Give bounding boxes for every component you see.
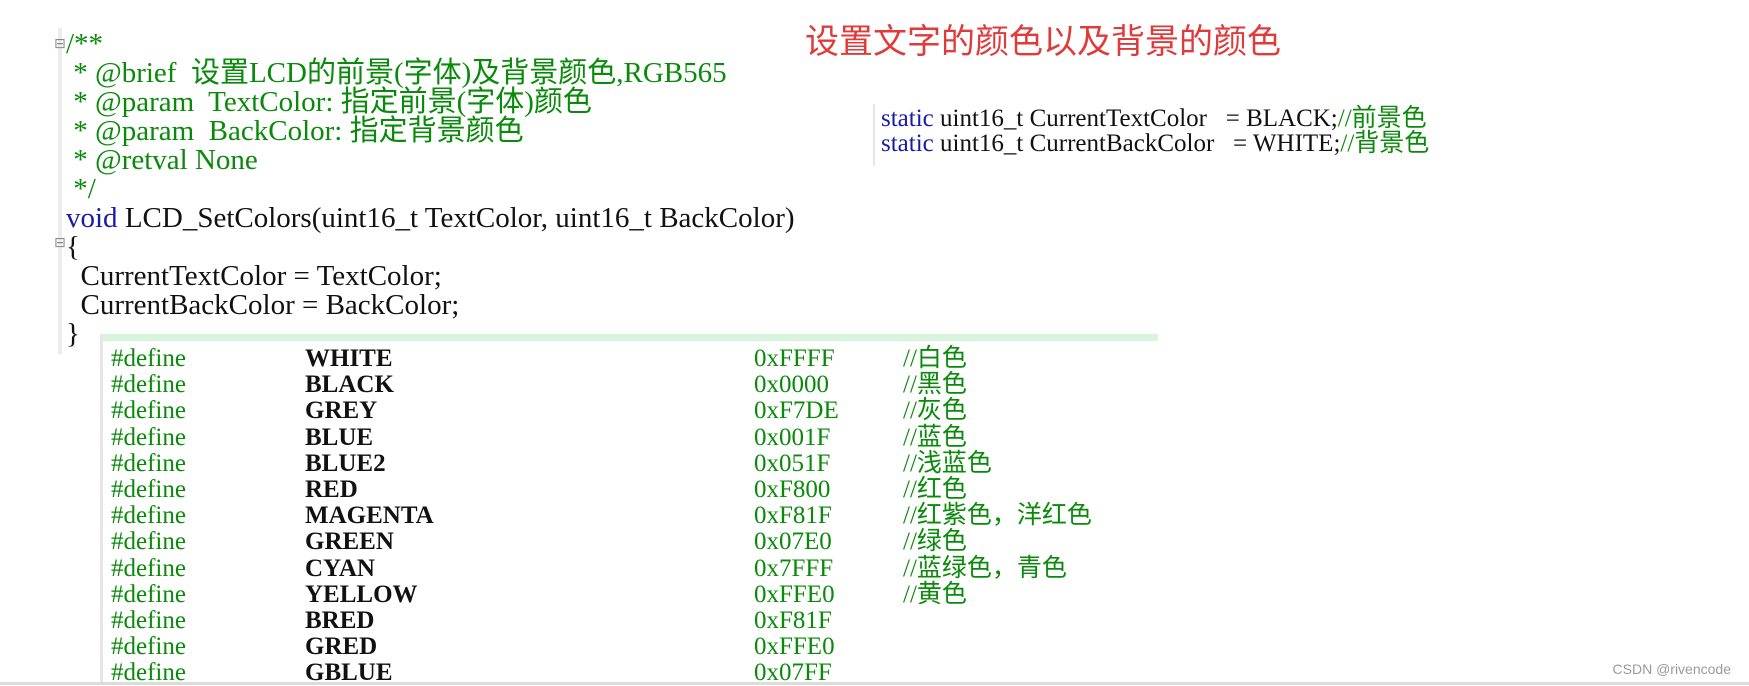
current-line-highlight <box>103 334 1158 341</box>
define-row: #define BLUE 0x001F //蓝色 <box>103 423 1158 451</box>
doc-comment-brief: * @brief 设置LCD的前景(字体)及背景颜色,RGB565 <box>66 57 727 89</box>
function-body-line-1: CurrentTextColor = TextColor; <box>66 260 442 292</box>
define-row: #define BLACK 0x0000 //黑色 <box>103 372 1158 398</box>
define-keyword: #define <box>111 554 186 582</box>
define-keyword: #define <box>111 397 186 425</box>
define-row: #define MAGENTA 0xF81F //红紫色，洋红色 <box>103 503 1158 529</box>
define-name: BLUE <box>305 423 374 451</box>
define-comment: //红紫色，洋红色 <box>903 502 1092 530</box>
define-row: #define RED 0xF800 //红色 <box>103 477 1158 503</box>
define-name: BLUE2 <box>305 449 386 477</box>
fold-marker-comment[interactable]: ⊟ <box>54 36 66 52</box>
doc-comment-close: */ <box>66 173 96 205</box>
define-keyword: #define <box>111 633 186 661</box>
define-keyword: #define <box>111 449 186 477</box>
define-comment: //黄色 <box>903 580 967 608</box>
static-decl-body: uint16_t CurrentBackColor = WHITE; <box>933 130 1341 157</box>
annotation-title: 设置文字的颜色以及背景的颜色 <box>805 22 1281 62</box>
define-row: #define YELLOW 0xFFE0 //黄色 <box>103 580 1158 608</box>
define-value: 0x051F <box>754 449 831 477</box>
define-row: #define WHITE 0xFFFF //白色 <box>103 346 1158 372</box>
define-keyword: #define <box>111 528 186 556</box>
static-decl-back-color: static uint16_t CurrentBackColor = WHITE… <box>881 131 1429 156</box>
define-name: RED <box>305 476 358 503</box>
define-name: GRED <box>305 633 378 661</box>
define-name: BRED <box>305 607 375 634</box>
function-body-line-2: CurrentBackColor = BackColor; <box>66 289 460 321</box>
static-decl-comment: //前景色 <box>1337 105 1427 132</box>
define-keyword: #define <box>111 345 186 372</box>
editor-gutter <box>58 28 62 354</box>
define-comment: //红色 <box>903 476 967 503</box>
watermark: CSDN @rivencode <box>1612 661 1731 677</box>
define-value: 0xFFFF <box>754 345 835 372</box>
function-signature: void LCD_SetColors(uint16_t TextColor, u… <box>66 204 795 233</box>
function-signature-rest: LCD_SetColors(uint16_t TextColor, uint16… <box>117 202 795 234</box>
function-brace-open: { <box>66 231 80 263</box>
define-value: 0x7FFF <box>754 554 834 582</box>
define-comment: //绿色 <box>903 528 967 556</box>
define-row: #define CYAN 0x7FFF //蓝绿色，青色 <box>103 554 1158 582</box>
define-name: GREEN <box>305 528 394 556</box>
define-value: 0xF81F <box>754 502 832 530</box>
define-value: 0x0000 <box>754 371 829 399</box>
define-value: 0xF800 <box>754 476 831 503</box>
static-decl-text-color: static uint16_t CurrentTextColor = BLACK… <box>881 106 1427 131</box>
define-name: WHITE <box>305 345 393 372</box>
static-declarations-panel: static uint16_t CurrentTextColor = BLACK… <box>873 104 1575 166</box>
static-decl-body: uint16_t CurrentTextColor = BLACK; <box>933 105 1338 132</box>
define-value: 0xF7DE <box>754 397 839 425</box>
define-name: CYAN <box>305 554 375 582</box>
color-defines-panel: #define WHITE 0xFFFF //白色 #define BLACK 0x0000… <box>100 334 1158 686</box>
define-name: MAGENTA <box>305 502 434 530</box>
doc-comment-param-backcolor: * @param BackColor: 指定背景颜色 <box>66 115 524 147</box>
define-row: #define GREY 0xF7DE //灰色 <box>103 398 1158 424</box>
define-value: 0xF81F <box>754 607 832 634</box>
define-name: GREY <box>305 397 378 425</box>
define-comment: //蓝绿色，青色 <box>903 554 1067 582</box>
define-keyword: #define <box>111 502 186 530</box>
define-keyword: #define <box>111 423 186 451</box>
define-comment: //黑色 <box>903 371 967 399</box>
doc-comment-retval: * @retval None <box>66 144 258 176</box>
define-row: #define GRED 0xFFE0 <box>103 634 1158 660</box>
define-value: 0xFFE0 <box>754 580 835 608</box>
define-row: #define BLUE2 0x051F //浅蓝色 <box>103 449 1158 477</box>
define-row: #define BRED 0xF81F <box>103 608 1158 634</box>
define-name: YELLOW <box>305 580 418 608</box>
doc-comment-open: /** <box>66 28 104 60</box>
define-keyword: #define <box>111 371 186 399</box>
define-comment: //白色 <box>903 345 967 372</box>
void-keyword: void <box>66 202 118 234</box>
define-keyword: #define <box>111 580 186 608</box>
define-comment: //蓝色 <box>903 423 967 451</box>
static-decl-comment: //背景色 <box>1340 130 1430 157</box>
define-keyword: #define <box>111 607 186 634</box>
define-comment: //灰色 <box>903 397 967 425</box>
static-keyword: static <box>881 130 934 157</box>
fold-marker-function[interactable]: ⊟ <box>54 235 66 251</box>
define-value: 0x001F <box>754 423 831 451</box>
static-keyword: static <box>881 105 934 132</box>
doc-comment-param-textcolor: * @param TextColor: 指定前景(字体)颜色 <box>66 86 592 118</box>
function-brace-close: } <box>66 318 80 350</box>
define-row: #define GREEN 0x07E0 //绿色 <box>103 529 1158 555</box>
define-keyword: #define <box>111 476 186 503</box>
define-name: BLACK <box>305 371 394 399</box>
define-comment: //浅蓝色 <box>903 449 992 477</box>
define-value: 0x07E0 <box>754 528 832 556</box>
define-value: 0xFFE0 <box>754 633 835 661</box>
